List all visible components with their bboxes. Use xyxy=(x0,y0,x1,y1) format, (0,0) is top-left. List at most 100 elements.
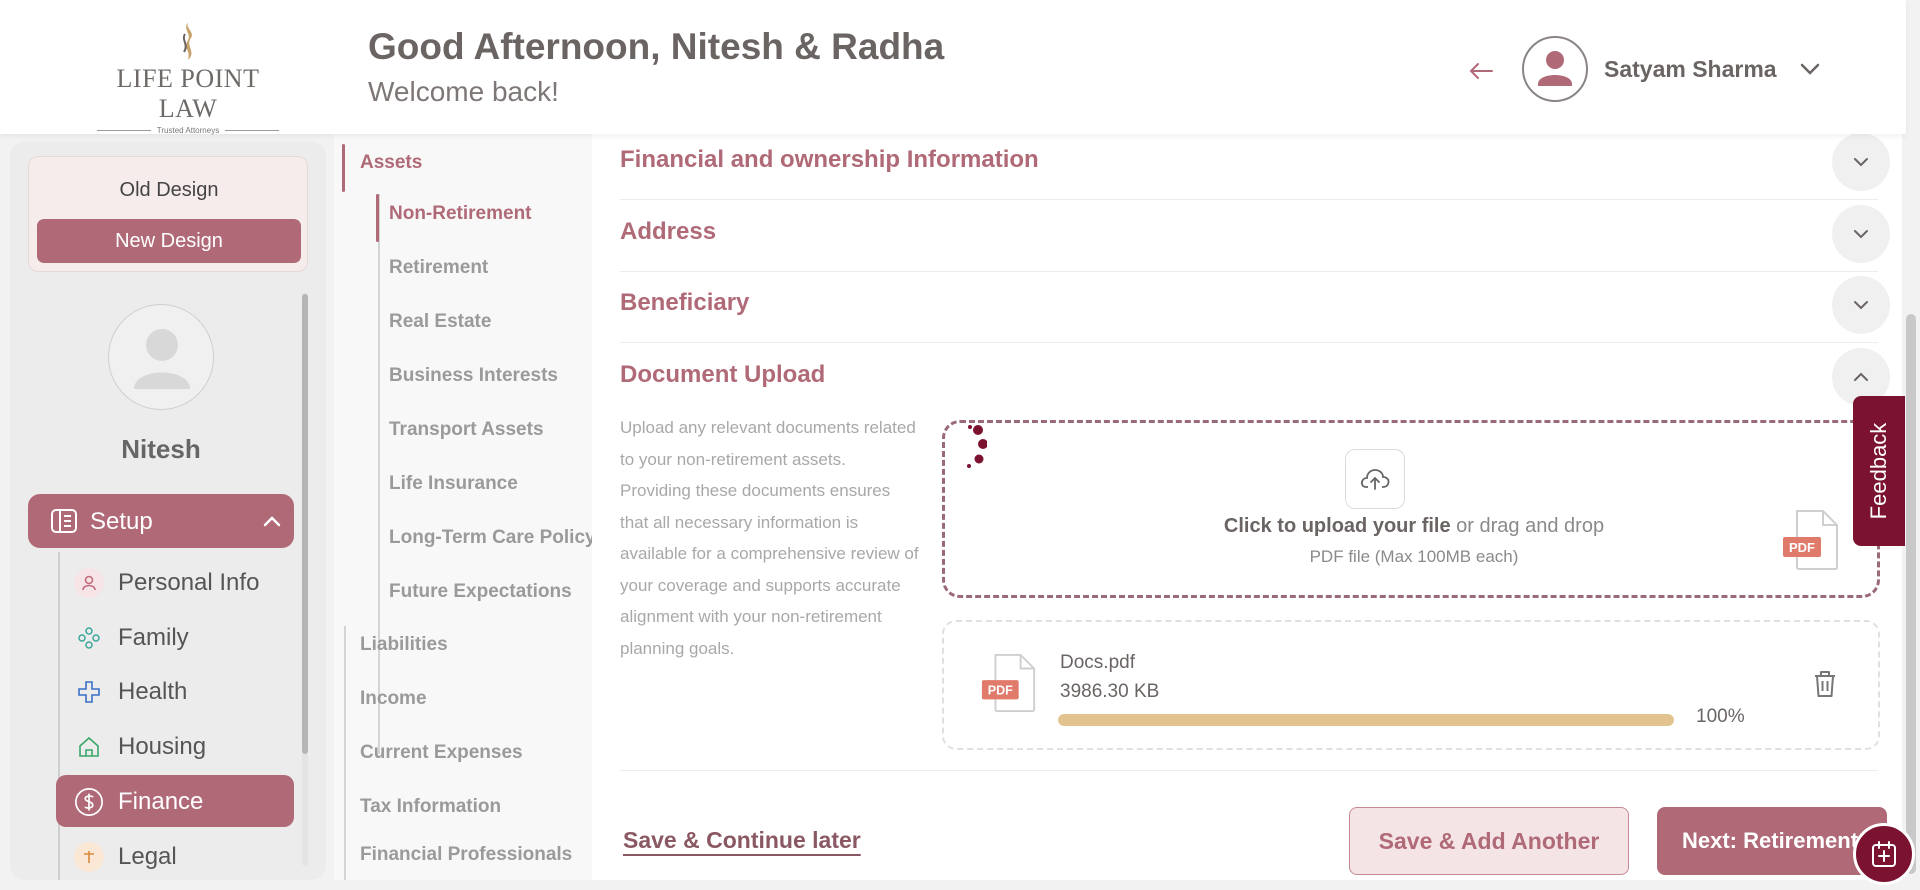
save-add-another-button[interactable]: Save & Add Another xyxy=(1349,807,1629,875)
calendar-plus-icon xyxy=(1872,841,1896,867)
main-scrollbar[interactable] xyxy=(1906,314,1916,874)
welcome-subtitle: Welcome back! xyxy=(368,76,559,107)
chevron-down-icon[interactable] xyxy=(1832,276,1890,334)
back-arrow-icon[interactable] xyxy=(1466,56,1496,86)
sidebar-item-health[interactable]: Health xyxy=(56,665,294,717)
setup-label: Setup xyxy=(90,508,153,535)
svg-text:PDF: PDF xyxy=(1789,540,1815,555)
uploaded-file-card: PDF Docs.pdf 3986.30 KB 100% xyxy=(942,620,1880,750)
profile-avatar-icon xyxy=(134,329,190,389)
sidebar-item-family[interactable]: Family xyxy=(56,611,294,663)
legal-icon xyxy=(74,842,104,872)
top-header: LIFE POINT LAW Trusted Attorneys Good Af… xyxy=(0,0,1906,135)
subnav-income[interactable]: Income xyxy=(360,688,427,710)
greeting-title: Good Afternoon, Nitesh & Radha xyxy=(368,26,945,67)
profile-avatar[interactable] xyxy=(108,304,214,410)
chevron-down-icon[interactable] xyxy=(1832,205,1890,263)
section-financial-ownership[interactable]: Financial and ownership Information xyxy=(620,128,1890,200)
file-size: 3986.30 KB xyxy=(1060,681,1160,702)
file-dropzone[interactable]: Click to upload your file or drag and dr… xyxy=(942,420,1880,598)
upload-progress-bar xyxy=(1058,714,1674,726)
assets-active-bar xyxy=(342,144,345,192)
subnav-life-insurance[interactable]: Life Insurance xyxy=(389,473,518,495)
chevron-up-icon xyxy=(263,516,281,527)
subnav-non-retirement[interactable]: Non-Retirement xyxy=(389,203,532,225)
section-document-upload[interactable]: Document Upload xyxy=(620,343,1890,415)
sidebar-item-label: Housing xyxy=(118,733,207,760)
footer-divider xyxy=(620,770,1878,771)
subnav-tax-information[interactable]: Tax Information xyxy=(360,796,501,818)
sidebar-item-finance[interactable]: Finance xyxy=(56,775,294,827)
health-cross-icon xyxy=(74,677,104,707)
setup-menu-button[interactable]: Setup xyxy=(28,494,294,548)
profile-name: Nitesh xyxy=(121,434,201,464)
logo-flame-icon xyxy=(182,22,192,60)
feedback-label: Feedback xyxy=(1866,422,1891,520)
subnav-business-interests[interactable]: Business Interests xyxy=(389,365,558,387)
main-content: Financial and ownership Information Addr… xyxy=(592,133,1902,880)
logo[interactable]: LIFE POINT LAW Trusted Attorneys xyxy=(86,20,290,135)
subnav-top-line xyxy=(344,626,346,880)
sidebar-item-personal-info[interactable]: Personal Info xyxy=(56,556,294,608)
upload-progress-fill xyxy=(1058,714,1674,726)
feedback-tab[interactable]: Feedback xyxy=(1853,396,1905,546)
section-title: Document Upload xyxy=(620,361,826,388)
section-beneficiary[interactable]: Beneficiary xyxy=(620,271,1890,343)
save-continue-later-link[interactable]: Save & Continue later xyxy=(623,827,861,854)
logo-tagline: Trusted Attorneys xyxy=(86,126,290,135)
subnav-assets[interactable]: Assets xyxy=(360,152,422,174)
user-avatar[interactable] xyxy=(1522,36,1588,102)
chevron-down-icon[interactable] xyxy=(1796,56,1824,82)
sidebar-scrollbar[interactable] xyxy=(302,294,308,754)
left-sidebar: Old Design New Design Nitesh Setup Perso… xyxy=(10,142,326,880)
subnav-financial-professionals[interactable]: Financial Professionals xyxy=(360,844,572,866)
sidebar-item-label: Legal xyxy=(118,843,177,870)
family-icon xyxy=(74,623,104,653)
logo-text: LIFE POINT LAW xyxy=(116,64,260,123)
pdf-file-icon: PDF xyxy=(981,654,1036,712)
subnav-tree-line xyxy=(378,194,380,754)
upload-progress-percent: 100% xyxy=(1696,706,1745,727)
file-name: Docs.pdf xyxy=(1060,652,1135,673)
pdf-file-icon: PDF xyxy=(1783,510,1838,570)
new-design-button[interactable]: New Design xyxy=(37,219,301,263)
section-title: Financial and ownership Information xyxy=(620,146,1039,173)
sidebar-item-housing[interactable]: Housing xyxy=(56,720,294,772)
person-icon xyxy=(74,568,104,598)
sidebar-item-label: Personal Info xyxy=(118,569,260,596)
user-name[interactable]: Satyam Sharma xyxy=(1604,56,1777,83)
subnav-active-bar xyxy=(376,194,379,242)
subnav-real-estate[interactable]: Real Estate xyxy=(389,311,491,333)
svg-text:PDF: PDF xyxy=(988,684,1013,698)
sidebar-item-label: Family xyxy=(118,624,189,651)
next-retirement-button[interactable]: Next: Retirement xyxy=(1657,807,1887,875)
upload-instructions: Click to upload your file or drag and dr… xyxy=(945,515,1883,538)
document-icon xyxy=(51,509,77,533)
section-title: Beneficiary xyxy=(620,289,750,316)
section-title: Address xyxy=(620,218,717,245)
loading-spinner-icon xyxy=(967,425,987,468)
upload-hint: PDF file (Max 100MB each) xyxy=(1309,547,1519,566)
upload-cloud-icon xyxy=(1345,449,1405,509)
finance-subnav: Assets Non-Retirement Retirement Real Es… xyxy=(334,134,592,880)
upload-description: Upload any relevant documents related to… xyxy=(620,418,919,658)
chevron-down-icon[interactable] xyxy=(1832,133,1890,191)
drag-drop-text: or drag and drop xyxy=(1450,515,1605,537)
sidebar-item-label: Finance xyxy=(118,788,204,815)
dollar-icon xyxy=(74,787,104,817)
click-to-upload-link[interactable]: Click to upload your file xyxy=(1224,515,1451,537)
app-root: LIFE POINT LAW Trusted Attorneys Good Af… xyxy=(0,0,1920,890)
trash-icon[interactable] xyxy=(1810,668,1840,700)
design-toggle: Old Design New Design xyxy=(28,156,308,272)
subnav-current-expenses[interactable]: Current Expenses xyxy=(360,742,523,764)
sidebar-item-legal[interactable]: Legal xyxy=(56,830,294,880)
subnav-future-expectations[interactable]: Future Expectations xyxy=(389,581,572,603)
section-address[interactable]: Address xyxy=(620,200,1890,272)
calendar-add-button[interactable] xyxy=(1853,823,1915,885)
subnav-retirement[interactable]: Retirement xyxy=(389,257,488,279)
subnav-transport-assets[interactable]: Transport Assets xyxy=(389,419,544,441)
house-icon xyxy=(74,732,104,762)
old-design-option[interactable]: Old Design xyxy=(29,179,309,202)
subnav-long-term-care[interactable]: Long-Term Care Policy xyxy=(389,527,592,549)
subnav-liabilities[interactable]: Liabilities xyxy=(360,634,448,656)
